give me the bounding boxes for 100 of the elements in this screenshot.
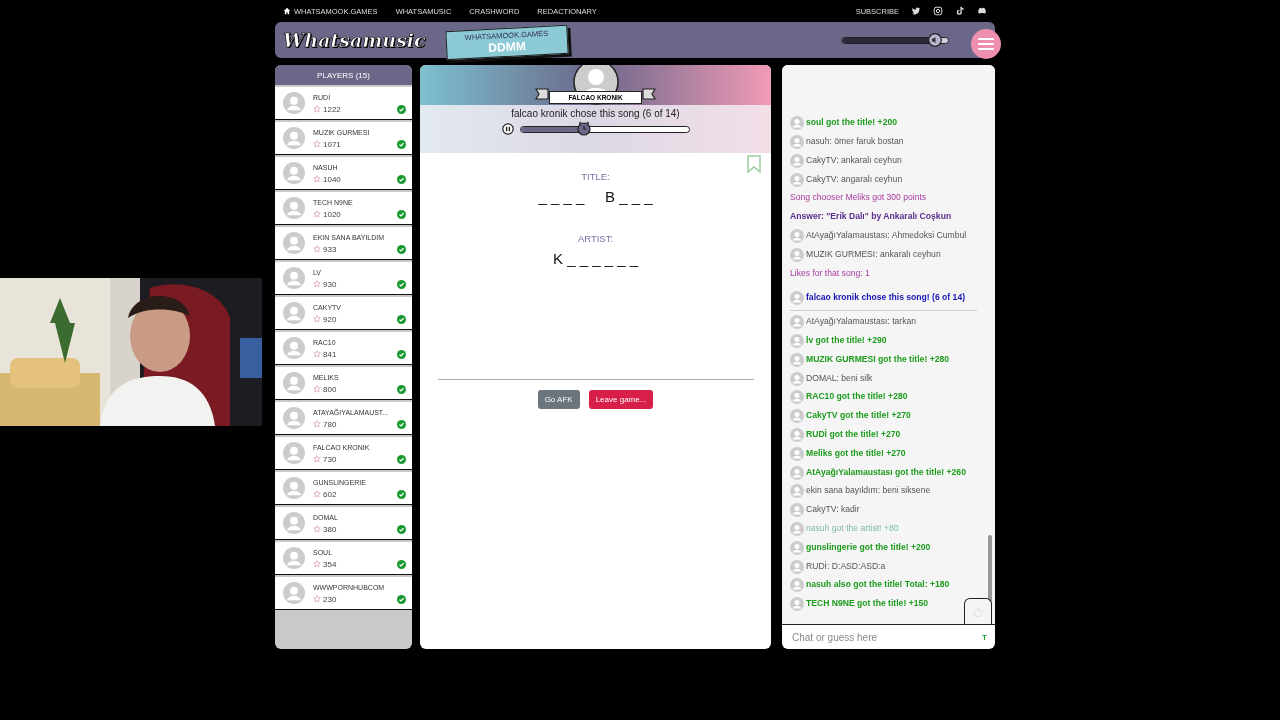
gamepad-icon[interactable] bbox=[977, 6, 987, 16]
chat-message: falcao kronik chose this song! (6 of 14) bbox=[806, 291, 966, 305]
chat-message: nasuh: ömer faruk bostan bbox=[806, 135, 904, 149]
avatar-icon bbox=[790, 153, 804, 168]
chat-input[interactable]: Chat or guess here T bbox=[782, 624, 995, 649]
star-icon bbox=[313, 350, 321, 358]
chat-message: Song chooser Meliks got 300 points bbox=[790, 191, 927, 205]
chat-message: DOMAL: beni silk bbox=[806, 371, 873, 385]
volume-slider[interactable] bbox=[841, 36, 949, 44]
star-icon bbox=[313, 490, 321, 498]
leave-button[interactable]: Leave game... bbox=[588, 390, 654, 409]
avatar-icon bbox=[283, 547, 305, 569]
bird-icon[interactable] bbox=[911, 6, 921, 16]
speaker-icon[interactable] bbox=[928, 32, 943, 47]
player-score: 230 bbox=[323, 594, 337, 604]
chat-message: AtAyağıYalamaustası got the title! +260 bbox=[806, 465, 966, 479]
avatar-icon bbox=[790, 334, 804, 349]
chat-message: AtAyağıYalamaustası: Ahmedoksi Cumbul bbox=[806, 229, 967, 243]
logo[interactable]: Whatsamusic bbox=[283, 29, 426, 51]
avatar-icon bbox=[790, 484, 804, 499]
room-code: DDMM bbox=[487, 38, 526, 55]
artist-hint: K _ _ _ _ _ _ bbox=[552, 250, 639, 267]
avatar-icon bbox=[790, 465, 804, 480]
like-button[interactable] bbox=[964, 598, 992, 624]
avatar-icon bbox=[790, 578, 804, 593]
avatar-icon bbox=[283, 372, 305, 394]
star-icon bbox=[313, 105, 321, 113]
avatar-icon bbox=[283, 232, 305, 254]
avatar-icon bbox=[790, 291, 804, 306]
player-score: 602 bbox=[323, 489, 337, 499]
player-score: 920 bbox=[323, 314, 337, 324]
star-icon bbox=[313, 595, 321, 603]
chat-message: TECH N9NE got the title! +150 bbox=[806, 597, 928, 611]
ribbon-end-icon bbox=[535, 87, 550, 102]
pause-button[interactable] bbox=[501, 123, 514, 135]
chat-message: RUDİ: D:ASD:ASD:a bbox=[806, 559, 886, 573]
star-icon bbox=[313, 385, 321, 393]
chat-message: MUZIK GURMESI got the title! +280 bbox=[806, 352, 949, 366]
avatar-icon bbox=[790, 352, 804, 367]
chat-message: CakyTV got the title! +270 bbox=[806, 409, 911, 423]
avatar-icon bbox=[283, 442, 305, 464]
avatar-icon bbox=[283, 407, 305, 429]
chat-message: AtAyağıYalamaustası: tarkan bbox=[806, 315, 917, 329]
avatar-icon bbox=[790, 172, 804, 187]
avatar-icon bbox=[283, 267, 305, 289]
avatar-icon bbox=[790, 428, 804, 443]
avatar-icon bbox=[790, 597, 804, 612]
player-score: 1040 bbox=[323, 174, 341, 184]
player-score: 354 bbox=[323, 559, 337, 569]
player-score: 1222 bbox=[323, 104, 341, 114]
player-score: 930 bbox=[323, 279, 337, 289]
ribbon-end-icon bbox=[641, 87, 656, 102]
chat-message: RUDİ got the title! +270 bbox=[806, 428, 901, 442]
format-toggle[interactable]: T bbox=[982, 632, 987, 642]
menu-button[interactable] bbox=[971, 29, 1001, 59]
player-score: 1020 bbox=[323, 209, 341, 219]
avatar-icon bbox=[790, 371, 804, 386]
avatar-icon bbox=[283, 512, 305, 534]
star-icon bbox=[313, 560, 321, 568]
avatar-icon bbox=[283, 582, 305, 604]
star-icon bbox=[313, 175, 321, 183]
player-score: 1071 bbox=[323, 139, 341, 149]
star-icon bbox=[313, 420, 321, 428]
player-score: 730 bbox=[323, 454, 337, 464]
music-note-icon[interactable] bbox=[955, 6, 965, 16]
afk-button[interactable]: Go AFK bbox=[537, 390, 580, 409]
avatar-icon bbox=[790, 409, 804, 424]
menu-icon bbox=[978, 37, 994, 51]
player-score: 380 bbox=[323, 524, 337, 534]
home-icon bbox=[283, 7, 291, 15]
avatar-icon bbox=[790, 315, 804, 330]
star-icon bbox=[313, 245, 321, 253]
title-label: TITLE: bbox=[581, 171, 610, 182]
chat-message: nasuh also got the title! Total: +180 bbox=[806, 578, 950, 592]
avatar-icon bbox=[283, 92, 305, 114]
chat-message: Meliks got the title! +270 bbox=[806, 446, 906, 460]
avatar-icon bbox=[790, 446, 804, 461]
artist-label: ARTIST: bbox=[577, 233, 614, 244]
avatar-icon bbox=[790, 503, 804, 518]
chat-message: nasuh got the artist! +80 bbox=[806, 522, 899, 535]
song-status: falcao kronik chose this song (6 of 14) bbox=[511, 108, 680, 119]
chat-message: Likes for that song: 1 bbox=[790, 266, 870, 280]
avatar-icon bbox=[790, 135, 804, 150]
avatar-icon bbox=[283, 477, 305, 499]
player-score: 800 bbox=[323, 384, 337, 394]
player-score: 780 bbox=[323, 419, 337, 429]
avatar-icon bbox=[283, 197, 305, 219]
avatar-icon bbox=[790, 540, 804, 555]
avatar-icon bbox=[790, 229, 804, 244]
camera-icon[interactable] bbox=[933, 6, 943, 16]
avatar-icon bbox=[283, 127, 305, 149]
avatar-icon bbox=[790, 390, 804, 405]
avatar-icon bbox=[790, 116, 804, 131]
chat-message: gunslingerie got the title! +200 bbox=[806, 540, 931, 554]
star-icon bbox=[313, 210, 321, 218]
star-icon bbox=[313, 140, 321, 148]
avatar-icon bbox=[790, 559, 804, 574]
avatar-icon bbox=[790, 522, 804, 536]
chat-message: Answer: "Erik Dalı" by Ankaralı Coşkun bbox=[790, 210, 952, 224]
player-score: 933 bbox=[323, 244, 337, 254]
